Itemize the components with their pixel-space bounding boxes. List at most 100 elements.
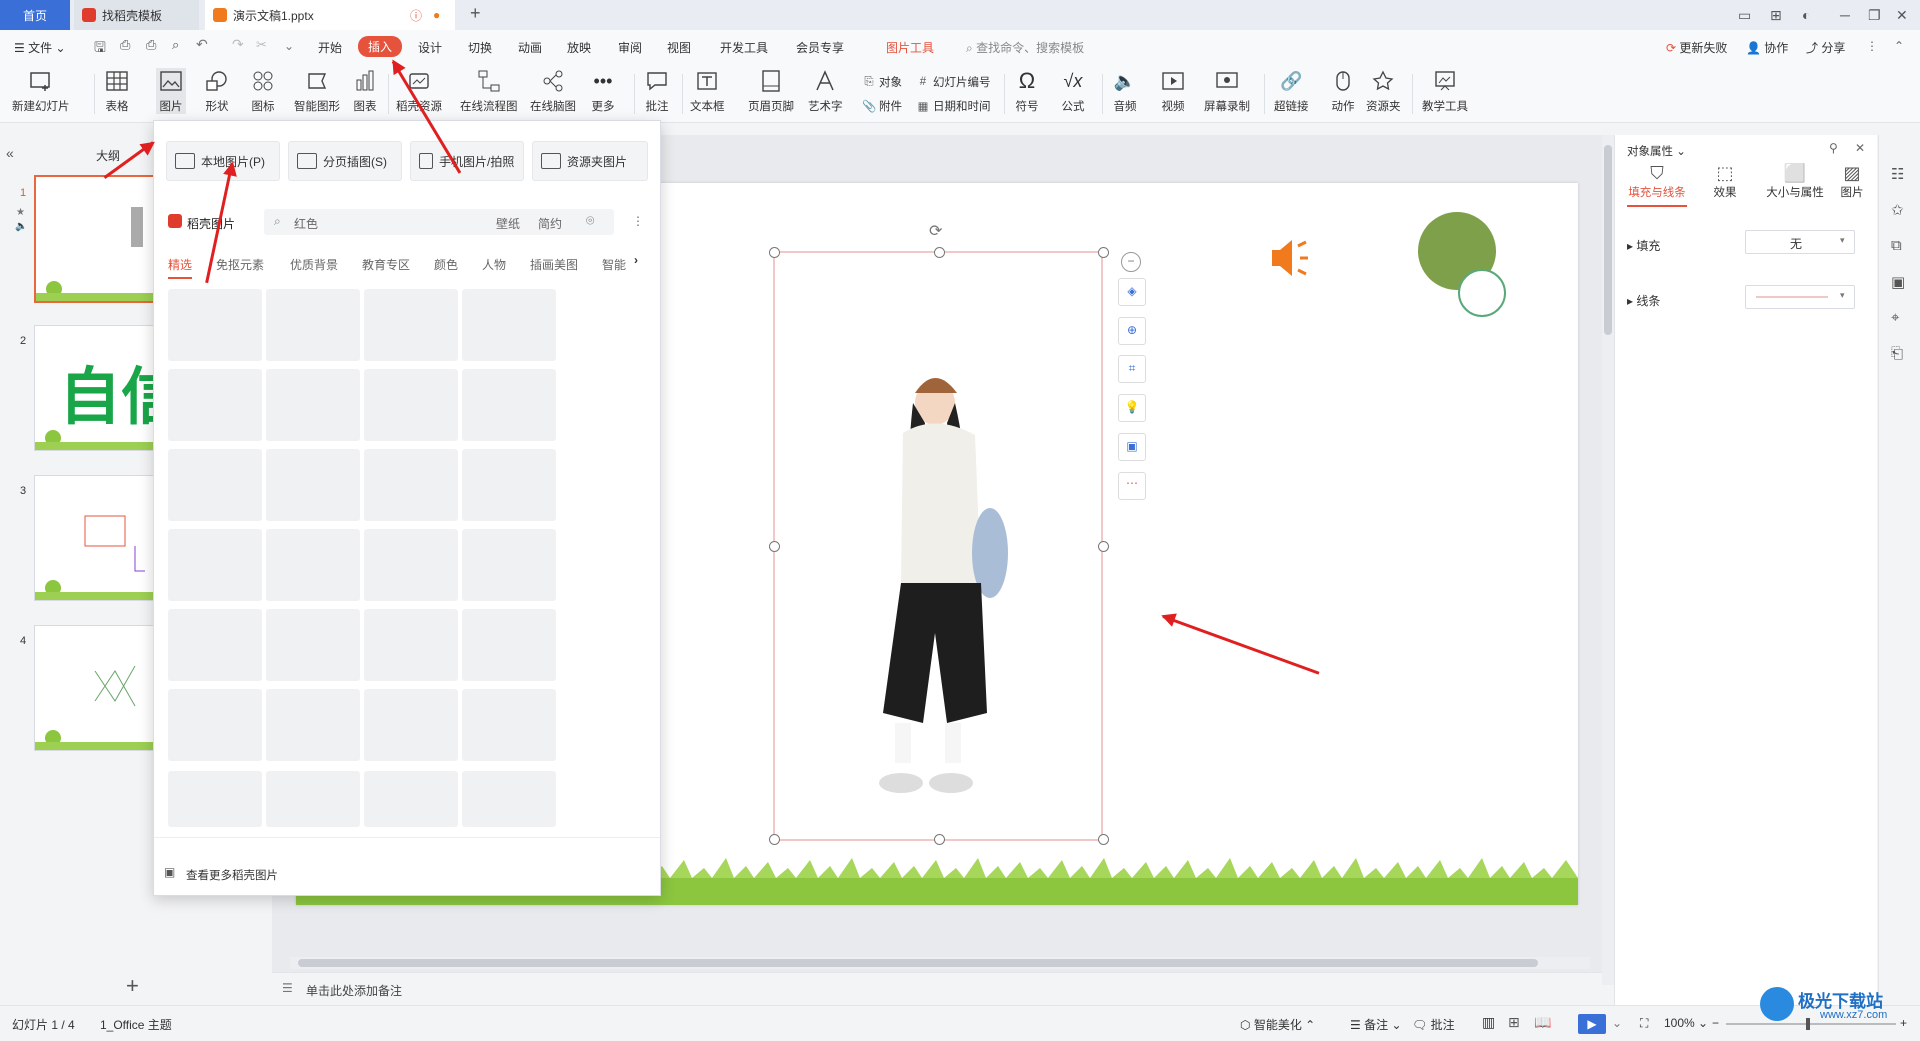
picture-button[interactable]: 图片 bbox=[156, 68, 186, 114]
resource-folder-picture-button[interactable]: 资源夹图片 bbox=[532, 141, 648, 181]
resize-handle[interactable] bbox=[1098, 541, 1109, 552]
icon-button[interactable]: 图标 bbox=[250, 68, 276, 114]
collapse-panel-icon[interactable]: « bbox=[6, 145, 14, 161]
see-more-pictures-link[interactable]: 查看更多稻壳图片 bbox=[186, 867, 278, 883]
menu-insert[interactable]: 插入 bbox=[358, 36, 403, 57]
copy-icon[interactable]: ⧉ bbox=[1891, 237, 1902, 254]
command-search[interactable]: ⌕ 查找命令、搜索模板 bbox=[966, 39, 1084, 56]
picture-thumbnail-placeholder[interactable] bbox=[266, 369, 360, 441]
resize-handle[interactable] bbox=[769, 541, 780, 552]
resize-handle[interactable] bbox=[1098, 247, 1109, 258]
menu-slideshow[interactable]: 放映 bbox=[567, 39, 591, 56]
menu-developer[interactable]: 开发工具 bbox=[720, 39, 768, 56]
menu-design[interactable]: 设计 bbox=[418, 39, 442, 56]
pin-icon[interactable]: ⚲ bbox=[1829, 141, 1838, 155]
resize-handle[interactable] bbox=[769, 834, 780, 845]
more-tools-icon[interactable]: ⋯ bbox=[1118, 472, 1146, 500]
wordart-button[interactable]: 艺术字 bbox=[808, 68, 843, 114]
animation-icon[interactable]: ✩ bbox=[1891, 201, 1904, 219]
tab-fill-line[interactable]: ⛉ 填充与线条 bbox=[1627, 163, 1687, 200]
tab-template[interactable]: 找稻壳模板 bbox=[74, 0, 199, 30]
update-status[interactable]: ⟳ 更新失败 bbox=[1666, 39, 1727, 56]
phone-picture-button[interactable]: 手机图片/拍照 bbox=[410, 141, 524, 181]
tab-size-properties[interactable]: ⬜ 大小与属性 bbox=[1757, 163, 1833, 200]
notes-area[interactable]: ☰ 单击此处添加备注 bbox=[272, 972, 1602, 1006]
picture-thumbnail-placeholder[interactable] bbox=[168, 609, 262, 681]
menu-view[interactable]: 视图 bbox=[667, 39, 691, 56]
menu-picture-tools[interactable]: 图片工具 bbox=[886, 39, 934, 56]
category-color[interactable]: 颜色 bbox=[434, 256, 458, 273]
picture-thumbnail-placeholder[interactable] bbox=[168, 289, 262, 361]
smart-beautify-button[interactable]: ⬡ 智能美化 ⌃ bbox=[1240, 1016, 1315, 1033]
menu-start[interactable]: 开始 bbox=[318, 39, 342, 56]
export-pdf-icon[interactable]: ⎙ bbox=[120, 37, 130, 53]
collab-button[interactable]: 👤 协作 bbox=[1746, 39, 1788, 56]
tag-wallpaper[interactable]: 壁纸 bbox=[496, 215, 520, 232]
screen-record-button[interactable]: 屏幕录制 bbox=[1204, 68, 1250, 114]
picture-search-input[interactable]: ⌕ 红色 壁纸 简约 ⌾ bbox=[264, 209, 614, 235]
category-people[interactable]: 人物 bbox=[482, 256, 506, 273]
format-painter-icon[interactable]: ✂ bbox=[256, 37, 267, 53]
slide-thumbnail-4[interactable] bbox=[34, 625, 156, 751]
normal-view-icon[interactable]: ▥ bbox=[1482, 1014, 1495, 1031]
skin-icon[interactable]: ◐ bbox=[1802, 7, 1810, 23]
page-illustration-button[interactable]: 分页插图(S) bbox=[288, 141, 402, 181]
category-featured[interactable]: 精选 bbox=[168, 256, 193, 279]
picture-thumbnail-placeholder[interactable] bbox=[168, 771, 262, 827]
theme-name[interactable]: 1_Office 主题 bbox=[100, 1016, 172, 1033]
picture-thumbnail-placeholder[interactable] bbox=[462, 369, 556, 441]
fill-select[interactable]: 无 ▾ bbox=[1745, 230, 1855, 254]
picture-thumbnail-placeholder[interactable] bbox=[462, 289, 556, 361]
more-options-icon[interactable]: ⋮ bbox=[632, 214, 644, 228]
collapse-toolbar-icon[interactable]: − bbox=[1121, 252, 1141, 272]
fit-window-icon[interactable]: ⛶ bbox=[1640, 1016, 1648, 1031]
book-icon[interactable]: ⎗ bbox=[1891, 345, 1903, 362]
resize-handle[interactable] bbox=[769, 247, 780, 258]
add-slide-icon[interactable]: + bbox=[126, 973, 139, 999]
zoom-level[interactable]: 100% ⌄ bbox=[1664, 1016, 1708, 1030]
share-button[interactable]: ⤴ 分享 bbox=[1806, 39, 1845, 56]
header-footer-button[interactable]: 页眉页脚 bbox=[748, 68, 794, 114]
crop-icon[interactable]: ⌗ bbox=[1118, 355, 1146, 383]
symbol-button[interactable]: Ω 符号 bbox=[1014, 68, 1040, 114]
slide-thumbnail-1[interactable] bbox=[34, 175, 158, 303]
local-picture-button[interactable]: 本地图片(P) bbox=[166, 141, 280, 181]
attachment-button[interactable]: 📎 附件 bbox=[862, 98, 902, 114]
maximize-icon[interactable]: ❐ bbox=[1868, 7, 1881, 24]
warning-icon[interactable]: ⓘ bbox=[410, 7, 422, 24]
line-select[interactable]: ▾ bbox=[1745, 285, 1855, 309]
picture-thumbnail-placeholder[interactable] bbox=[462, 771, 556, 827]
picture-thumbnail-placeholder[interactable] bbox=[364, 449, 458, 521]
picture-thumbnail-placeholder[interactable] bbox=[168, 449, 262, 521]
picture-thumbnail-placeholder[interactable] bbox=[462, 609, 556, 681]
picture-thumbnail-placeholder[interactable] bbox=[364, 289, 458, 361]
audio-speaker-icon[interactable] bbox=[1268, 236, 1318, 280]
zoom-icon[interactable]: ⊕ bbox=[1118, 317, 1146, 345]
tab-document[interactable]: 演示文稿1.pptx ⓘ ● bbox=[205, 0, 455, 30]
sorter-view-icon[interactable]: ⊞ bbox=[1508, 1014, 1520, 1031]
reading-view-icon[interactable]: 📖 bbox=[1534, 1014, 1551, 1031]
file-menu[interactable]: ☰ 文件 ⌄ bbox=[14, 39, 66, 56]
menu-animation[interactable]: 动画 bbox=[518, 39, 542, 56]
zoom-out-icon[interactable]: − bbox=[1712, 1016, 1719, 1030]
textbox-button[interactable]: 文本框 bbox=[690, 68, 725, 114]
layout-icon[interactable]: ▭ bbox=[1738, 7, 1751, 24]
undo-icon[interactable]: ↶ bbox=[196, 36, 208, 53]
audio-button[interactable]: 🔈 音频 bbox=[1112, 68, 1138, 114]
chart-button[interactable]: 图表 bbox=[352, 68, 378, 114]
picture-thumbnail-placeholder[interactable] bbox=[168, 689, 262, 761]
outline-circle-decoration[interactable] bbox=[1458, 269, 1506, 317]
menu-review[interactable]: 审阅 bbox=[618, 39, 642, 56]
redo-icon[interactable]: ↷ bbox=[232, 36, 244, 53]
notes-toggle[interactable]: ☰ 备注 ⌄ bbox=[1350, 1016, 1402, 1033]
more-options-icon[interactable]: ⋮ bbox=[1866, 39, 1878, 53]
category-smart[interactable]: 智能 bbox=[602, 256, 632, 273]
picture-thumbnail-placeholder[interactable] bbox=[462, 689, 556, 761]
idea-bulb-icon[interactable]: 💡 bbox=[1118, 394, 1146, 422]
category-background[interactable]: 优质背景 bbox=[290, 256, 338, 273]
table-button[interactable]: 表格 bbox=[104, 68, 130, 114]
slide-number-button[interactable]: # 幻灯片编号 bbox=[916, 74, 991, 90]
slideshow-dropdown-icon[interactable]: ⌄ bbox=[1612, 1016, 1622, 1030]
datetime-button[interactable]: ▦ 日期和时间 bbox=[916, 98, 991, 114]
picture-thumbnail-placeholder[interactable] bbox=[266, 289, 360, 361]
